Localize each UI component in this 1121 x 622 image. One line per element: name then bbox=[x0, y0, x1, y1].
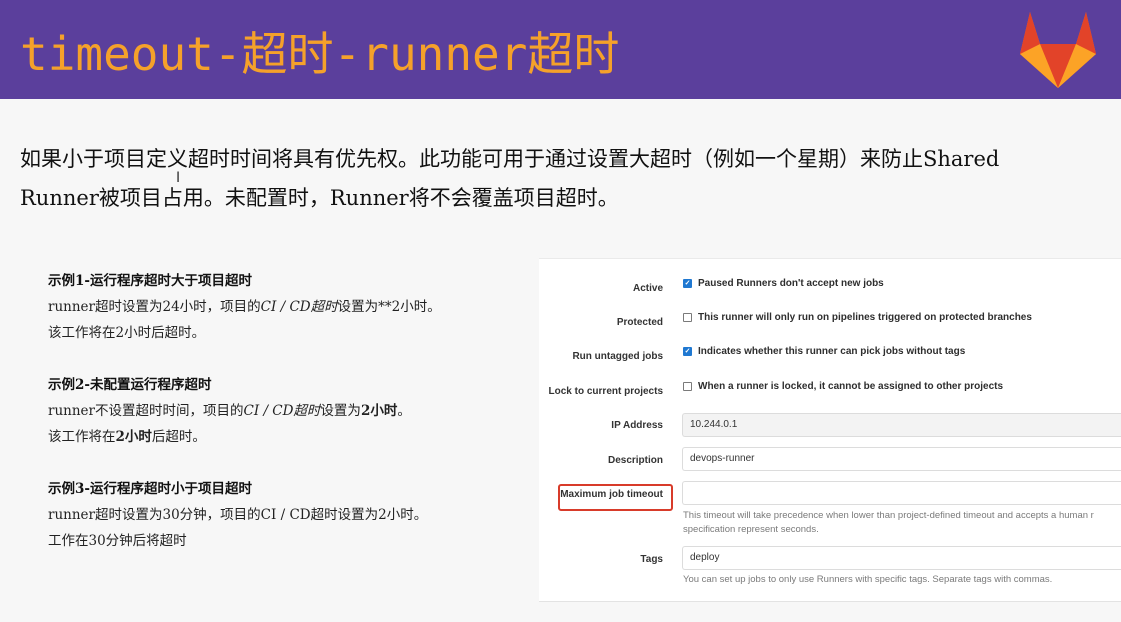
text-cursor-icon: I bbox=[176, 170, 181, 186]
example-3: 示例3-运行程序超时小于项目超时 runner超时设置为30分钟，项目的CI /… bbox=[48, 476, 528, 554]
ip-label: IP Address bbox=[611, 420, 663, 431]
example-line: runner超时设置为30分钟，项目的CI / CD超时设置为2小时。 bbox=[48, 507, 428, 523]
protected-label: Protected bbox=[616, 317, 663, 328]
intro-line-1: 如果小于项目定义超时时间将具有优先权。此功能可用于通过设置大超时（例如一个星期）… bbox=[20, 147, 1000, 171]
ip-address-field[interactable]: 10.244.0.1 bbox=[682, 413, 1121, 437]
untagged-checkbox-row[interactable]: ✓ Indicates whether this runner can pick… bbox=[683, 346, 965, 357]
untagged-label: Run untagged jobs bbox=[572, 351, 663, 362]
timeout-help-line-1: This timeout will take precedence when l… bbox=[683, 510, 1094, 521]
intro-line-2: Runner被项目占用。未配置时，Runner将不会覆盖项目超时。 bbox=[20, 186, 619, 210]
active-checkbox[interactable]: ✓ bbox=[683, 279, 692, 288]
timeout-help-line-2: specification represent seconds. bbox=[683, 524, 819, 535]
example-title: 示例1-运行程序超时大于项目超时 bbox=[48, 273, 252, 289]
locked-label: Lock to current projects bbox=[548, 386, 663, 397]
slide-title: timeout-超时-runner超时 bbox=[20, 27, 620, 81]
examples-section: 示例1-运行程序超时大于项目超时 runner超时设置为24小时，项目的CI /… bbox=[48, 268, 528, 580]
timeout-label: Maximum job timeout bbox=[560, 489, 663, 500]
description-label: Description bbox=[607, 455, 663, 466]
locked-checkbox[interactable] bbox=[683, 382, 692, 391]
slide-header: timeout-超时-runner超时 bbox=[0, 0, 1121, 99]
untagged-checkbox[interactable]: ✓ bbox=[683, 347, 692, 356]
tags-help: You can set up jobs to only use Runners … bbox=[683, 574, 1053, 585]
example-line: 该工作将在2小时后超时。 bbox=[48, 429, 206, 445]
locked-checkbox-text: When a runner is locked, it cannot be as… bbox=[698, 381, 1004, 392]
example-title: 示例2-未配置运行程序超时 bbox=[48, 377, 212, 393]
locked-checkbox-row[interactable]: When a runner is locked, it cannot be as… bbox=[683, 381, 1003, 392]
example-line: runner超时设置为24小时，项目的CI / CD超时设置为**2小时。 bbox=[48, 299, 441, 315]
active-label: Active bbox=[632, 283, 663, 294]
example-line: runner不设置超时时间，项目的CI / CD超时设置为2小时。 bbox=[48, 403, 411, 419]
tags-field[interactable]: deploy bbox=[682, 546, 1121, 570]
protected-checkbox[interactable] bbox=[683, 313, 692, 322]
protected-checkbox-row[interactable]: This runner will only run on pipelines t… bbox=[683, 312, 1032, 323]
intro-paragraph: 如果小于项目定义超时时间将具有优先权。此功能可用于通过设置大超时（例如一个星期）… bbox=[20, 140, 1100, 218]
example-line: 该工作将在2小时后超时。 bbox=[48, 325, 206, 341]
timeout-field[interactable] bbox=[682, 481, 1121, 505]
active-checkbox-row[interactable]: ✓ Paused Runners don't accept new jobs bbox=[683, 278, 884, 289]
tags-label: Tags bbox=[640, 554, 663, 565]
runner-settings-form: Active ✓ Paused Runners don't accept new… bbox=[539, 258, 1121, 602]
protected-checkbox-text: This runner will only run on pipelines t… bbox=[698, 312, 1032, 323]
example-2: 示例2-未配置运行程序超时 runner不设置超时时间，项目的CI / CD超时… bbox=[48, 372, 528, 450]
description-field[interactable]: devops-runner bbox=[682, 447, 1121, 471]
active-checkbox-text: Paused Runners don't accept new jobs bbox=[698, 278, 884, 289]
example-title: 示例3-运行程序超时小于项目超时 bbox=[48, 481, 252, 497]
example-line: 工作在30分钟后将超时 bbox=[48, 533, 187, 549]
untagged-checkbox-text: Indicates whether this runner can pick j… bbox=[698, 346, 966, 357]
gitlab-logo-icon bbox=[1020, 12, 1096, 88]
example-1: 示例1-运行程序超时大于项目超时 runner超时设置为24小时，项目的CI /… bbox=[48, 268, 528, 346]
